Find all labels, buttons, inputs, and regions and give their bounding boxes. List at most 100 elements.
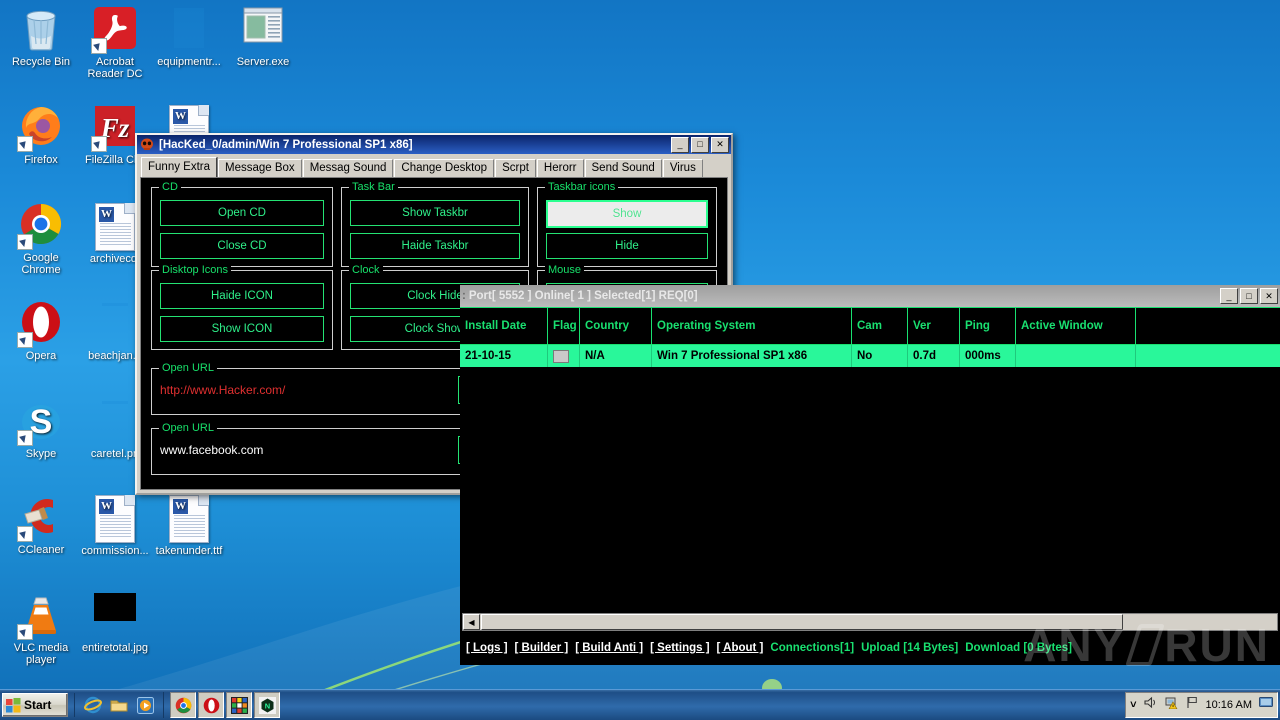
volume-icon[interactable] <box>1143 696 1158 714</box>
tab-change-desktop[interactable]: Change Desktop <box>394 159 495 177</box>
column-header-flag[interactable]: Flag <box>548 308 580 344</box>
tab-herorr[interactable]: Herorr <box>536 159 584 177</box>
desktop-icon-label: Acrobat Reader DC <box>87 56 143 80</box>
desktop-icon-recycle-bin[interactable]: Recycle Bin <box>4 6 78 69</box>
open-url-2-input[interactable]: www.facebook.com <box>160 443 263 457</box>
media-player-icon[interactable] <box>133 693 157 717</box>
group-desktop-icons: Disktop Icons Haide ICON Show ICON <box>151 264 333 350</box>
desktop-icon-vlc-media-player[interactable]: VLC media player <box>4 592 78 666</box>
table-row[interactable]: 21-10-15 N/A Win 7 Professional SP1 x86 No 0… <box>460 345 1280 367</box>
shortcut-overlay-icon <box>17 136 33 152</box>
filezilla-icon: Fz <box>91 104 139 152</box>
button-show-taskbr[interactable]: Show Taskbr <box>350 200 520 226</box>
rat-minimize-button[interactable]: _ <box>1220 288 1238 304</box>
tab-messag-sound[interactable]: Messag Sound <box>302 159 394 177</box>
rat-status-bar[interactable]: [ Logs ] [ Builder ] [ Build Anti ] [ Setti… <box>462 639 1278 657</box>
tool-taskbar-icon[interactable]: N <box>254 692 280 718</box>
close-button[interactable]: ✕ <box>711 136 729 153</box>
column-header-active-window[interactable]: Active Window <box>1016 308 1136 344</box>
desktop-icon-ccleaner[interactable]: CCleaner <box>4 494 78 557</box>
shortcut-overlay-icon <box>91 136 107 152</box>
internet-explorer-icon[interactable] <box>81 693 105 717</box>
rat-controller-window[interactable]: : Port[ 5552 ] Online[ 1 ] Selected[1] R… <box>460 285 1280 665</box>
group-caption-mouse: Mouse <box>545 264 585 276</box>
scroll-left-arrow-icon[interactable]: ◀ <box>463 614 480 630</box>
column-header-install-date[interactable]: Install Date <box>460 308 548 344</box>
quick-launch-bar[interactable] <box>74 693 157 717</box>
status-link-logs[interactable]: [ Logs ] <box>466 642 508 654</box>
clock-time[interactable]: 10:16 AM <box>1206 699 1252 711</box>
system-tray[interactable]: ˅ 10:16 AM <box>1125 692 1278 718</box>
ccleaner-icon <box>17 494 65 542</box>
maximize-button[interactable]: □ <box>691 136 709 153</box>
column-header-ver[interactable]: Ver <box>908 308 960 344</box>
button-open-cd[interactable]: Open CD <box>160 200 324 226</box>
tab-funny-extra[interactable]: Funny Extra <box>141 157 217 177</box>
tab-virus[interactable]: Virus <box>662 159 703 177</box>
horizontal-scrollbar[interactable]: ◀ <box>462 613 1278 631</box>
chrome-taskbar-icon[interactable] <box>170 692 196 718</box>
taskbar-task-buttons[interactable]: N <box>163 692 280 718</box>
open-url-1-input[interactable]: http://www.Hacker.com/ <box>160 383 285 397</box>
cell-country: N/A <box>580 345 652 367</box>
desktop-icon-label: Recycle Bin <box>11 56 71 68</box>
tab-scrpt[interactable]: Scrpt <box>495 159 536 177</box>
scrollbar-thumb[interactable] <box>481 614 1123 630</box>
action-flag-icon[interactable] <box>1186 696 1199 714</box>
network-warning-icon[interactable] <box>1165 696 1179 714</box>
desktop-icon-equipmentr[interactable]: equipmentr... <box>152 6 226 69</box>
desktop-icon-server-exe[interactable]: Server.exe <box>226 6 300 69</box>
rat-table-body[interactable]: 21-10-15 N/A Win 7 Professional SP1 x86 No 0… <box>460 345 1280 367</box>
tool-tab-strip[interactable]: Funny Extra Message Box Messag Sound Change… <box>137 154 731 177</box>
group-caption-desktop-icons: Disktop Icons <box>159 264 232 276</box>
status-link-about[interactable]: [ About ] <box>717 642 764 654</box>
blank-file-icon <box>165 6 213 54</box>
status-link-settings[interactable]: [ Settings ] <box>650 642 709 654</box>
status-value-connections: Connections[1] <box>770 642 855 654</box>
column-header-cam[interactable]: Cam <box>852 308 908 344</box>
button-show[interactable]: Show <box>546 200 708 228</box>
desktop-icon-commission[interactable]: Wcommission... <box>78 494 152 558</box>
rubik-taskbar-icon[interactable] <box>226 692 252 718</box>
tab-message-box[interactable]: Message Box <box>218 159 302 177</box>
acrobat-reader-icon <box>91 6 139 54</box>
button-show-icon[interactable]: Show ICON <box>160 316 324 342</box>
status-link-builder[interactable]: [ Builder ] <box>515 642 569 654</box>
button-haide-taskbr[interactable]: Haide Taskbr <box>350 233 520 259</box>
rat-maximize-button[interactable]: □ <box>1240 288 1258 304</box>
start-button[interactable]: Start <box>2 693 68 717</box>
rat-close-button[interactable]: ✕ <box>1260 288 1278 304</box>
column-header-country[interactable]: Country <box>580 308 652 344</box>
status-link-build-anti[interactable]: [ Build Anti ] <box>575 642 643 654</box>
button-hide[interactable]: Hide <box>546 233 708 259</box>
group-caption-taskbar-icons: Taskbar icons <box>545 181 619 193</box>
button-haide-icon[interactable]: Haide ICON <box>160 283 324 309</box>
rat-table-header: Install Date Flag Country Operating System C… <box>460 307 1280 345</box>
show-desktop-icon[interactable] <box>1259 696 1273 714</box>
desktop-icon-skype[interactable]: S Skype <box>4 398 78 461</box>
rat-titlebar[interactable]: : Port[ 5552 ] Online[ 1 ] Selected[1] R… <box>460 285 1280 307</box>
desktop-icon-takenunder-ttf[interactable]: Wtakenunder.ttf <box>152 494 226 558</box>
desktop-icon-google-chrome[interactable]: Google Chrome <box>4 202 78 276</box>
opera-taskbar-icon[interactable] <box>198 692 224 718</box>
minimize-button[interactable]: _ <box>671 136 689 153</box>
windows-taskbar[interactable]: Start N ˅ 10:16 AM <box>0 689 1280 720</box>
group-caption-cd: CD <box>159 181 181 193</box>
shortcut-overlay-icon <box>17 234 33 250</box>
column-header-operating-system[interactable]: Operating System <box>652 308 852 344</box>
cell-active-window <box>1016 345 1136 367</box>
opera-icon <box>17 300 65 348</box>
tab-send-sound[interactable]: Send Sound <box>584 159 662 177</box>
tool-window-titlebar[interactable]: [HacKed_0/admin/Win 7 Professional SP1 x… <box>137 135 731 154</box>
folder-icon[interactable] <box>107 693 131 717</box>
desktop-icon-opera[interactable]: Opera <box>4 300 78 363</box>
desktop-icon-entiretotal-jpg[interactable]: entiretotal.jpg <box>78 592 152 655</box>
start-button-label: Start <box>24 698 52 712</box>
desktop-icon-label: Server.exe <box>236 56 290 68</box>
desktop-icon-acrobat-reader-dc[interactable]: Acrobat Reader DC <box>78 6 152 80</box>
show-hidden-icons-chevron[interactable]: ˅ <box>1130 699 1136 711</box>
chrome-icon <box>17 202 65 250</box>
column-header-ping[interactable]: Ping <box>960 308 1016 344</box>
desktop-icon-firefox[interactable]: Firefox <box>4 104 78 167</box>
button-close-cd[interactable]: Close CD <box>160 233 324 259</box>
